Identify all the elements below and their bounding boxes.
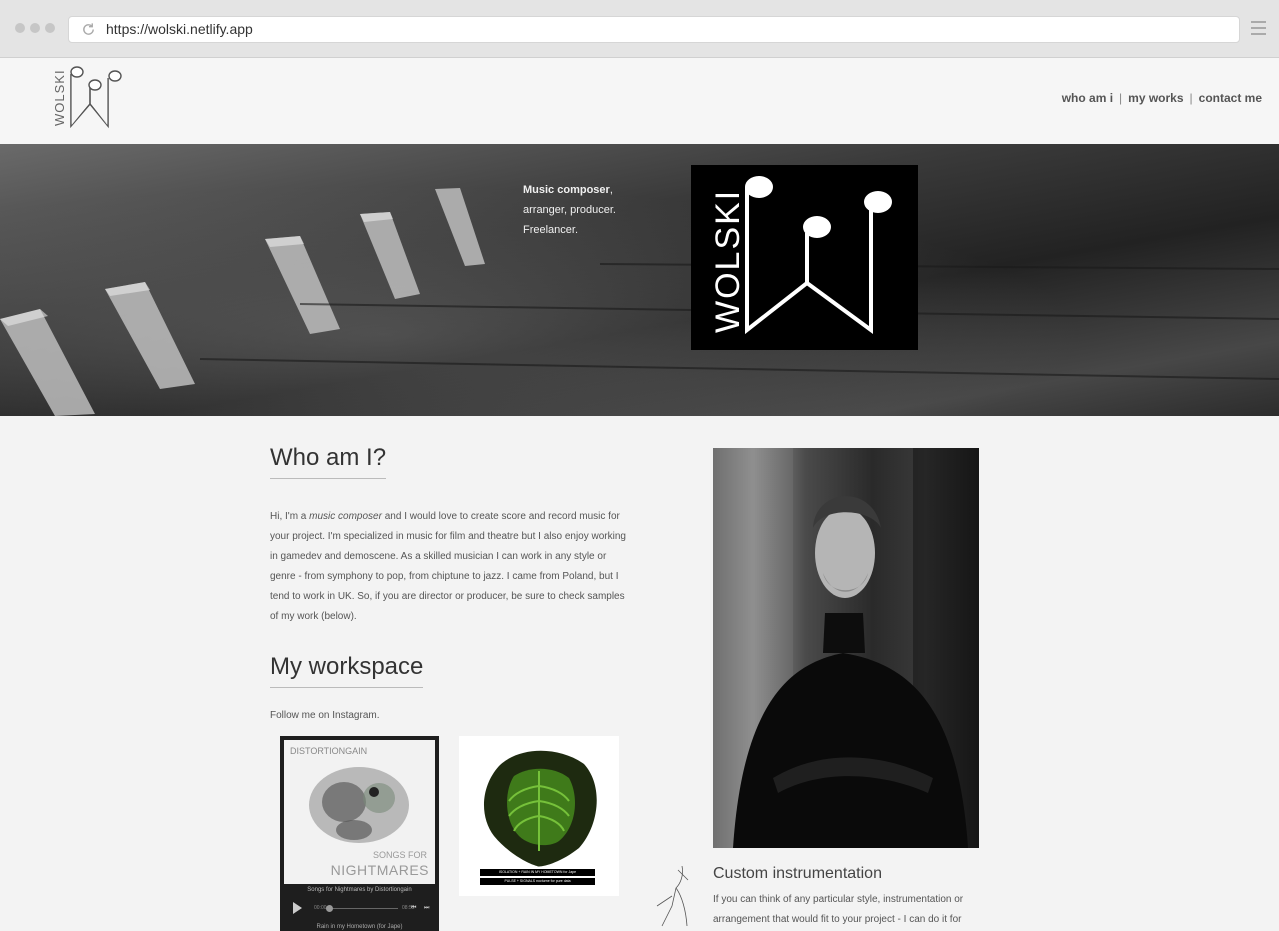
nav-who-am-i[interactable]: who am i xyxy=(1062,91,1113,105)
instagram-follow-text: Follow me on Instagram. xyxy=(270,710,380,721)
custom-instrumentation-title: Custom instrumentation xyxy=(713,865,882,882)
main-nav: who am i | my works | contact me xyxy=(1062,91,1262,105)
tagline-line2: arranger, producer. xyxy=(523,204,616,216)
custom-instrumentation-text: If you can think of any particular style… xyxy=(713,894,964,925)
workspace-heading: My workspace xyxy=(270,653,424,688)
bio-rest: and I would love to create score and rec… xyxy=(270,511,626,622)
hero-logo-wordmark: WOLSKI xyxy=(709,189,747,333)
tagline-comma: , xyxy=(609,184,613,196)
tagline-line3: Freelancer. xyxy=(523,224,579,236)
album-cover-2[interactable]: ISOLATION + RAIN IN MY HOMETOWN for Jape… xyxy=(459,736,619,896)
bio-text: Hi, I'm a music composer and I would lov… xyxy=(270,507,634,627)
tagline-line1: Music composer, xyxy=(523,180,616,200)
hero-banner: Music composer, arranger, producer. Free… xyxy=(0,144,1279,416)
nav-separator: | xyxy=(1189,91,1193,105)
wolski-logo[interactable]: WOLSKI xyxy=(50,64,128,134)
cover2-title-line1: ISOLATION + RAIN IN MY HOMETOWN for Jape xyxy=(480,869,595,876)
maximize-dot[interactable] xyxy=(45,23,55,33)
track-name[interactable]: Rain in my Hometown (for Jape) xyxy=(280,924,439,930)
play-icon[interactable] xyxy=(293,902,302,914)
reload-icon[interactable] xyxy=(81,22,96,37)
cover2-title-line2: PULSE + SIGNALS nocturne for pure data xyxy=(480,878,595,885)
hero-wolski-logo: WOLSKI xyxy=(691,165,918,350)
url-text[interactable]: https://wolski.netlify.app xyxy=(106,21,253,37)
album-title-line1: SONGS FOR xyxy=(372,850,427,860)
nav-my-works[interactable]: my works xyxy=(1128,91,1183,105)
nav-contact-me[interactable]: contact me xyxy=(1199,91,1262,105)
bio-start: Hi, I'm a xyxy=(270,511,310,522)
progress-knob[interactable] xyxy=(326,905,333,912)
bio-emphasis: music composer xyxy=(309,511,382,522)
previous-track-icon[interactable]: ⏮ xyxy=(411,905,416,912)
composer-portrait-photo xyxy=(713,448,979,848)
close-dot[interactable] xyxy=(15,23,25,33)
album-artist: DISTORTIONGAIN xyxy=(290,746,368,756)
player-controls: 00:00 08:55 ⏮ ⏭ xyxy=(290,902,435,916)
tagline-bold: Music composer xyxy=(523,184,610,196)
player-caption[interactable]: Songs for Nightmares by Distortiongain xyxy=(280,887,439,893)
album-title-line2: NIGHTMARES xyxy=(330,862,429,878)
piano-keys-image xyxy=(0,188,1279,416)
time-current: 00:00 xyxy=(314,905,327,911)
logo-wordmark: WOLSKI xyxy=(52,69,67,126)
progress-track[interactable] xyxy=(326,908,398,909)
browser-chrome: https://wolski.netlify.app xyxy=(0,0,1279,58)
site-header: WOLSKI who am i | my works | contact me xyxy=(0,58,1279,145)
nav-separator: | xyxy=(1119,91,1123,105)
next-track-icon[interactable]: ⏭ xyxy=(424,905,429,912)
address-bar[interactable]: https://wolski.netlify.app xyxy=(68,16,1240,43)
window-controls[interactable] xyxy=(15,23,55,33)
hamburger-menu-icon[interactable] xyxy=(1251,21,1266,36)
musician-sketch-icon xyxy=(656,866,689,927)
minimize-dot[interactable] xyxy=(30,23,40,33)
album-player[interactable]: DISTORTIONGAIN SONGS FOR NIGHTMARES Song… xyxy=(280,736,439,931)
main-content: Who am I? Hi, I'm a music composer and I… xyxy=(0,416,1279,931)
album-cover[interactable]: DISTORTIONGAIN SONGS FOR NIGHTMARES xyxy=(284,740,435,884)
who-am-i-heading: Who am I? xyxy=(270,444,387,479)
hero-tagline: Music composer, arranger, producer. Free… xyxy=(523,180,616,240)
